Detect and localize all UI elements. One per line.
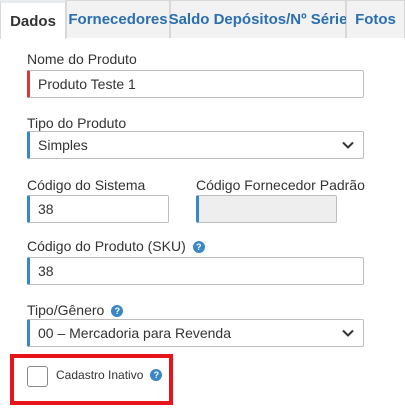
codigo-sku-label-text: Código do Produto (SKU) xyxy=(27,238,186,254)
cadastro-inativo-label-text: Cadastro Inativo xyxy=(56,368,144,382)
help-icon[interactable]: ? xyxy=(111,305,124,317)
nome-produto-input[interactable]: Produto Teste 1 xyxy=(27,70,364,98)
tab-label: Fornecedores xyxy=(68,11,168,28)
cadastro-inativo-label: Cadastro Inativo? xyxy=(56,368,163,382)
tipo-produto-value: Simples xyxy=(38,137,88,153)
codigo-sistema-input[interactable]: 38 xyxy=(27,195,169,223)
tipo-genero-value: 00 – Mercadoria para Revenda xyxy=(38,325,232,341)
chevron-down-icon xyxy=(342,329,354,337)
tab-label: Fotos xyxy=(355,11,396,28)
tab-fornecedores[interactable]: Fornecedores xyxy=(66,0,170,38)
tab-label: Saldo Depósitos/Nº Série xyxy=(168,11,348,28)
tipo-genero-label-text: Tipo/Gênero xyxy=(27,302,105,318)
tipo-genero-select[interactable]: 00 – Mercadoria para Revenda xyxy=(27,319,364,347)
tipo-produto-label: Tipo do Produto xyxy=(27,115,127,131)
cadastro-inativo-checkbox[interactable] xyxy=(27,366,48,387)
tab-saldo-depositos[interactable]: Saldo Depósitos/Nº Série xyxy=(168,0,348,38)
tab-label: Dados xyxy=(10,12,56,30)
tipo-produto-select[interactable]: Simples xyxy=(27,131,364,159)
codigo-sku-label: Código do Produto (SKU)? xyxy=(27,238,205,254)
codigo-fornecedor-label: Código Fornecedor Padrão xyxy=(196,177,365,193)
tab-bar: Dados Fornecedores Saldo Depósitos/Nº Sé… xyxy=(0,0,405,39)
codigo-sistema-label: Código do Sistema xyxy=(27,177,146,193)
help-icon[interactable]: ? xyxy=(150,369,163,381)
codigo-sku-input[interactable]: 38 xyxy=(27,257,364,285)
tab-fotos[interactable]: Fotos xyxy=(346,0,405,38)
chevron-down-icon xyxy=(342,141,354,149)
tipo-genero-label: Tipo/Gênero? xyxy=(27,302,124,318)
tab-dados[interactable]: Dados xyxy=(0,0,66,39)
codigo-fornecedor-input xyxy=(196,195,337,223)
nome-produto-label: Nome do Produto xyxy=(27,51,137,67)
help-icon[interactable]: ? xyxy=(192,241,205,253)
